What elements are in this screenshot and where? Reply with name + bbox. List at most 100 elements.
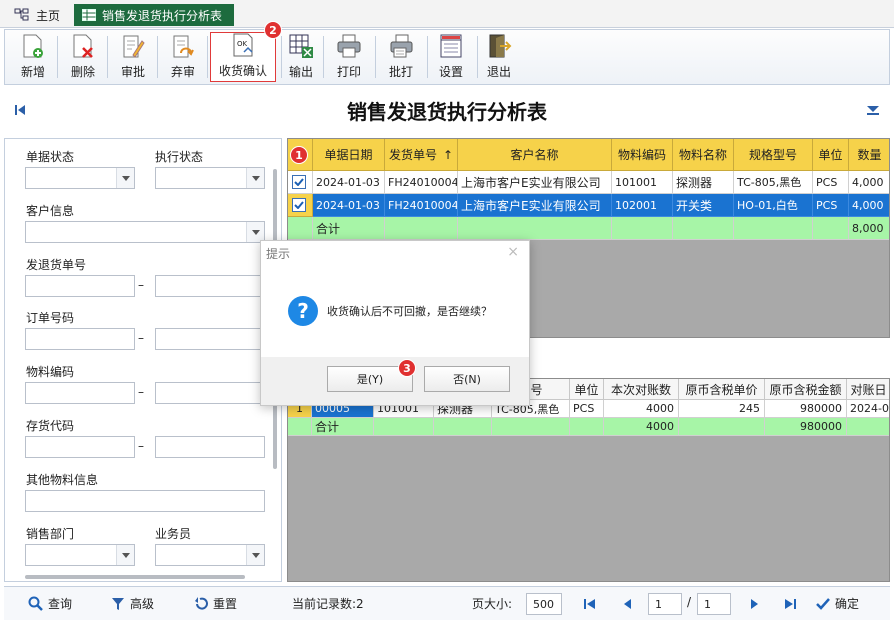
query-button[interactable]: 查询 [28, 595, 72, 612]
table-cell[interactable]: TC-805,黑色 [734, 171, 813, 194]
first-page-icon[interactable] [584, 598, 596, 610]
dropdown-arrow-icon [251, 175, 260, 181]
stock-code-from-input[interactable] [25, 436, 135, 458]
bottom-bar: 查询 高级 重置 当前记录数:2 页大小: 500 1 / 1 确定 [4, 586, 890, 620]
stock-code-to-input[interactable] [155, 436, 265, 458]
tab-report[interactable]: 销售发退货执行分析表 [74, 4, 235, 26]
advanced-button[interactable]: 高级 [111, 595, 154, 612]
exec-status-select[interactable] [155, 167, 265, 189]
sum-row-cell [288, 217, 313, 240]
col-amount[interactable]: 原币含税金额 [765, 379, 847, 400]
unapprove-icon [170, 33, 196, 59]
table-cell[interactable]: 上海市客户E实业有限公司 [458, 194, 612, 217]
other-material-label: 其他物料信息 [26, 473, 99, 487]
col-unit[interactable]: 单位 [570, 379, 604, 400]
table-cell[interactable]: FH24010004 [385, 194, 458, 217]
table-cell[interactable]: 4,000 [849, 171, 889, 194]
check-icon [294, 178, 304, 186]
material-code-from-input[interactable] [25, 382, 135, 404]
receive-confirm-button[interactable]: OK 收货确认 [210, 32, 276, 82]
last-page-icon[interactable] [784, 598, 796, 610]
row-checkbox-cell[interactable] [288, 194, 313, 217]
col-recon-date[interactable]: 对账日 [847, 379, 889, 400]
tab-home[interactable]: 主页 [6, 4, 68, 26]
table-cell[interactable]: PCS [570, 400, 604, 418]
confirm-button[interactable]: 确定 [816, 595, 859, 612]
col-material-code[interactable]: 物料编码 [612, 139, 673, 171]
row-checkbox[interactable] [292, 175, 306, 189]
unapprove-label: 弃审 [170, 65, 195, 79]
reset-button[interactable]: 重置 [194, 595, 237, 612]
approve-button[interactable]: 审批 [113, 32, 153, 82]
detail-grid: 型号 单位 本次对账数 原币含税单价 原币含税金额 对账日 1 00005 10… [287, 378, 890, 582]
table-cell[interactable]: 245 [679, 400, 765, 418]
dialog-body: ? 收货确认后不可回撤，是否继续？ [261, 265, 529, 357]
table-cell[interactable]: 4,000 [849, 194, 889, 217]
next-page-icon[interactable] [750, 598, 760, 610]
badge-3: 3 [398, 359, 416, 377]
sum-row-cell [458, 217, 612, 240]
table-cell[interactable]: 4000 [604, 400, 679, 418]
prev-page-icon[interactable] [622, 598, 632, 610]
table-cell[interactable]: 101001 [612, 171, 673, 194]
table-cell[interactable]: 探测器 [673, 171, 734, 194]
row-checkbox-cell[interactable] [288, 171, 313, 194]
sum-row-cell [847, 418, 889, 436]
table-cell[interactable]: 2024-01-03 [313, 171, 385, 194]
doc-status-select[interactable] [25, 167, 135, 189]
col-unit[interactable]: 单位 [813, 139, 849, 171]
sales-dept-select[interactable] [25, 544, 135, 566]
page-size-input[interactable]: 500 [526, 593, 562, 615]
table-cell[interactable]: 2024-0 [847, 400, 889, 418]
add-label: 新增 [20, 65, 45, 79]
filter-horizontal-scrollbar[interactable] [25, 575, 245, 579]
print-label: 打印 [336, 65, 361, 79]
table-cell[interactable]: 102001 [612, 194, 673, 217]
table-cell[interactable]: FH24010004 [385, 171, 458, 194]
shipment-no-to-input[interactable] [155, 275, 265, 297]
exit-button[interactable]: 退出 [483, 32, 515, 82]
expand-down-icon[interactable] [866, 104, 880, 116]
export-button[interactable]: 输出 [285, 32, 317, 82]
svg-text:OK: OK [237, 40, 248, 48]
order-no-to-input[interactable] [155, 328, 265, 350]
no-button[interactable]: 否(N) [424, 366, 510, 392]
table-cell[interactable]: HO-01,白色 [734, 194, 813, 217]
filter-icon [112, 597, 124, 610]
col-spec[interactable]: 规格型号 [734, 139, 813, 171]
other-material-input[interactable] [25, 490, 265, 512]
row-checkbox[interactable] [292, 198, 306, 212]
col-date[interactable]: 单据日期 [313, 139, 385, 171]
table-cell[interactable]: PCS [813, 194, 849, 217]
page-title: 销售发退货执行分析表 [347, 100, 547, 124]
col-customer[interactable]: 客户名称 [458, 139, 612, 171]
add-button[interactable]: 新增 [13, 32, 53, 82]
table-cell[interactable]: 980000 [765, 400, 847, 418]
shipment-no-from-input[interactable] [25, 275, 135, 297]
col-material-name[interactable]: 物料名称 [673, 139, 734, 171]
material-code-to-input[interactable] [155, 382, 265, 404]
table-cell[interactable]: 开关类 [673, 194, 734, 217]
unapprove-button[interactable]: 弃审 [163, 32, 203, 82]
page-input[interactable]: 1 [648, 593, 682, 615]
customer-info-select[interactable] [25, 221, 265, 243]
order-no-from-input[interactable] [25, 328, 135, 350]
delete-label: 删除 [70, 65, 95, 79]
delete-button[interactable]: 删除 [63, 32, 103, 82]
col-shipment-no[interactable]: 发货单号 ↑ [385, 139, 458, 171]
table-cell[interactable]: 2024-01-03 [313, 194, 385, 217]
col-unit-price[interactable]: 原币含税单价 [679, 379, 765, 400]
tab-report-label: 销售发退货执行分析表 [102, 8, 223, 23]
col-recon-qty[interactable]: 本次对账数 [604, 379, 679, 400]
table-cell[interactable]: PCS [813, 171, 849, 194]
salesman-select[interactable] [155, 544, 265, 566]
print-button[interactable]: 打印 [333, 32, 365, 82]
table-cell[interactable]: 上海市客户E实业有限公司 [458, 171, 612, 194]
batch-print-button[interactable]: 批打 [385, 32, 417, 82]
dialog-close-button[interactable]: × [507, 244, 519, 260]
search-icon [28, 596, 43, 611]
salesman-label: 业务员 [155, 527, 192, 541]
settings-button[interactable]: 设置 [435, 32, 467, 82]
sum-row-cell [570, 418, 604, 436]
col-qty[interactable]: 数量 [849, 139, 889, 171]
